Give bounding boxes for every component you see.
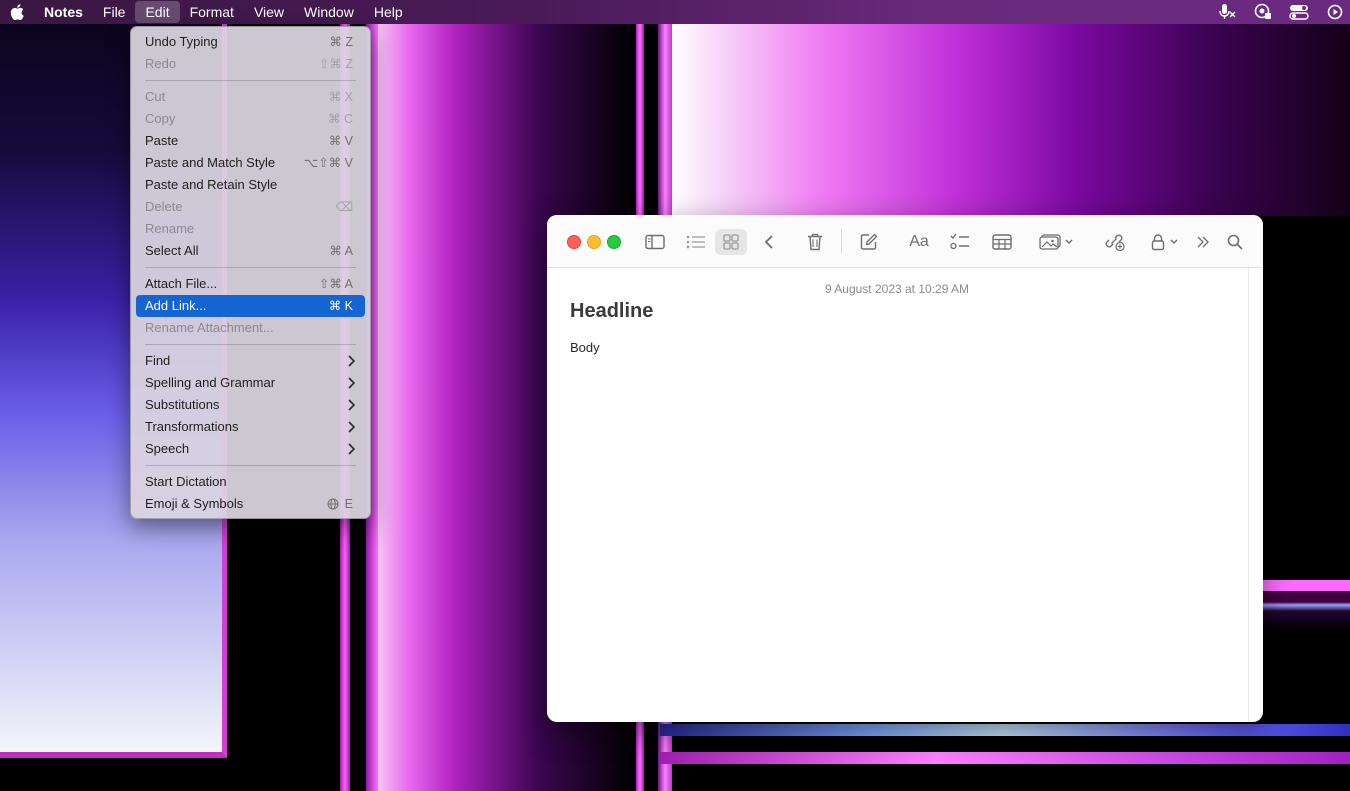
more-icon [1197, 236, 1209, 248]
wallpaper-panel [672, 24, 1350, 216]
editor-scroll-track[interactable] [1248, 268, 1249, 722]
menu-item-find[interactable]: Find [136, 350, 365, 372]
note-editor[interactable]: 9 August 2023 at 10:29 AM Headline Body [547, 268, 1247, 722]
gallery-view-icon [723, 234, 739, 250]
wallpaper-stripe [660, 752, 1350, 764]
chevron-down-icon [1065, 239, 1073, 244]
menu-item-paste-and-retain-style[interactable]: Paste and Retain Style [136, 174, 365, 196]
back-icon [764, 235, 773, 249]
menu-item-undo-typing[interactable]: Undo Typing ⌘ Z [136, 31, 365, 53]
menu-item-transformations[interactable]: Transformations [136, 416, 365, 438]
menu-item-cut[interactable]: Cut ⌘ X [136, 86, 365, 108]
menu-item-rename-attachment[interactable]: Rename Attachment... [136, 317, 365, 339]
toolbar-divider [841, 229, 842, 253]
back-button[interactable] [759, 229, 779, 255]
table-button[interactable] [990, 229, 1014, 255]
apple-menu-icon[interactable] [0, 0, 34, 24]
gallery-view-button[interactable] [715, 229, 747, 255]
menu-item-add-link[interactable]: Add Link... ⌘ K [136, 295, 365, 317]
wallpaper-stripe [1263, 580, 1350, 630]
menu-item-delete[interactable]: Delete ⌫ [136, 196, 365, 218]
password-key-icon[interactable] [1252, 2, 1274, 22]
minimize-window-button[interactable] [587, 235, 601, 249]
chevron-right-icon [348, 443, 355, 455]
format-text-button[interactable]: Aa [905, 229, 933, 255]
chevron-right-icon [348, 355, 355, 367]
menu-item-copy[interactable]: Copy ⌘ C [136, 108, 365, 130]
close-window-button[interactable] [567, 235, 581, 249]
zoom-window-button[interactable] [607, 235, 621, 249]
lock-button[interactable] [1147, 229, 1181, 255]
chevron-right-icon [348, 421, 355, 433]
media-button[interactable] [1035, 229, 1077, 255]
menu-item-spelling-and-grammar[interactable]: Spelling and Grammar [136, 372, 365, 394]
menu-edit[interactable]: Edit [135, 1, 180, 23]
trash-icon [808, 233, 822, 251]
chevron-right-icon [348, 377, 355, 389]
media-icon [1039, 234, 1061, 250]
menu-item-paste[interactable]: Paste ⌘ V [136, 130, 365, 152]
menu-item-start-dictation[interactable]: Start Dictation [136, 471, 365, 493]
menu-item-speech[interactable]: Speech [136, 438, 365, 460]
globe-icon [327, 498, 339, 510]
search-button[interactable] [1225, 229, 1245, 255]
menu-window[interactable]: Window [294, 1, 364, 23]
menu-help[interactable]: Help [364, 1, 413, 23]
note-body-text[interactable]: Body [570, 340, 600, 355]
delete-note-button[interactable] [804, 229, 826, 255]
menu-separator [145, 80, 356, 81]
window-toolbar: Aa [547, 215, 1263, 268]
new-note-button[interactable] [858, 229, 880, 255]
menu-item-emoji-and-symbols[interactable]: Emoji & Symbols E [136, 493, 365, 515]
menu-view[interactable]: View [244, 1, 294, 23]
control-center-icon[interactable] [1288, 2, 1310, 22]
lock-icon [1151, 234, 1164, 251]
list-view-button[interactable] [684, 229, 708, 255]
chevron-down-icon [1170, 239, 1177, 244]
delete-key-icon: ⌫ [335, 200, 353, 214]
search-icon [1227, 234, 1243, 250]
menu-format[interactable]: Format [180, 1, 244, 23]
wallpaper-stripe [660, 724, 1350, 736]
more-button[interactable] [1193, 229, 1213, 255]
checklist-icon [950, 233, 969, 250]
menu-bar: Notes File Edit Format View Window Help [0, 0, 1350, 24]
menu-item-select-all[interactable]: Select All ⌘ A [136, 240, 365, 262]
microphone-muted-icon[interactable] [1216, 2, 1238, 22]
menu-item-attach-file[interactable]: Attach File... ⇧⌘ A [136, 273, 365, 295]
list-view-icon [686, 235, 705, 249]
sidebar-toggle-icon [645, 234, 665, 250]
note-date: 9 August 2023 at 10:29 AM [824, 282, 970, 296]
compose-icon [860, 233, 878, 250]
edit-menu-dropdown: Undo Typing ⌘ Z Redo ⇧⌘ Z Cut ⌘ X Copy ⌘ C P… [130, 26, 371, 519]
menu-item-paste-and-match-style[interactable]: Paste and Match Style ⌥⇧⌘ V [136, 152, 365, 174]
note-headline[interactable]: Headline [570, 300, 653, 323]
collaborate-button[interactable] [1103, 229, 1127, 255]
menu-file[interactable]: File [93, 1, 136, 23]
screen-recording-icon[interactable] [1324, 2, 1346, 22]
menu-item-substitutions[interactable]: Substitutions [136, 394, 365, 416]
format-text-icon: Aa [909, 233, 929, 250]
collaborate-icon [1105, 234, 1125, 251]
menu-item-rename[interactable]: Rename [136, 218, 365, 240]
menu-separator [145, 344, 356, 345]
notes-window: Aa 9 August 2023 at 10:29 AM Headline Bo… [547, 215, 1263, 722]
chevron-right-icon [348, 399, 355, 411]
checklist-button[interactable] [948, 229, 972, 255]
table-icon [992, 234, 1012, 250]
menu-app-notes[interactable]: Notes [34, 1, 93, 23]
menu-separator [145, 465, 356, 466]
menu-separator [145, 267, 356, 268]
sidebar-toggle-button[interactable] [643, 229, 667, 255]
menu-item-redo[interactable]: Redo ⇧⌘ Z [136, 53, 365, 75]
